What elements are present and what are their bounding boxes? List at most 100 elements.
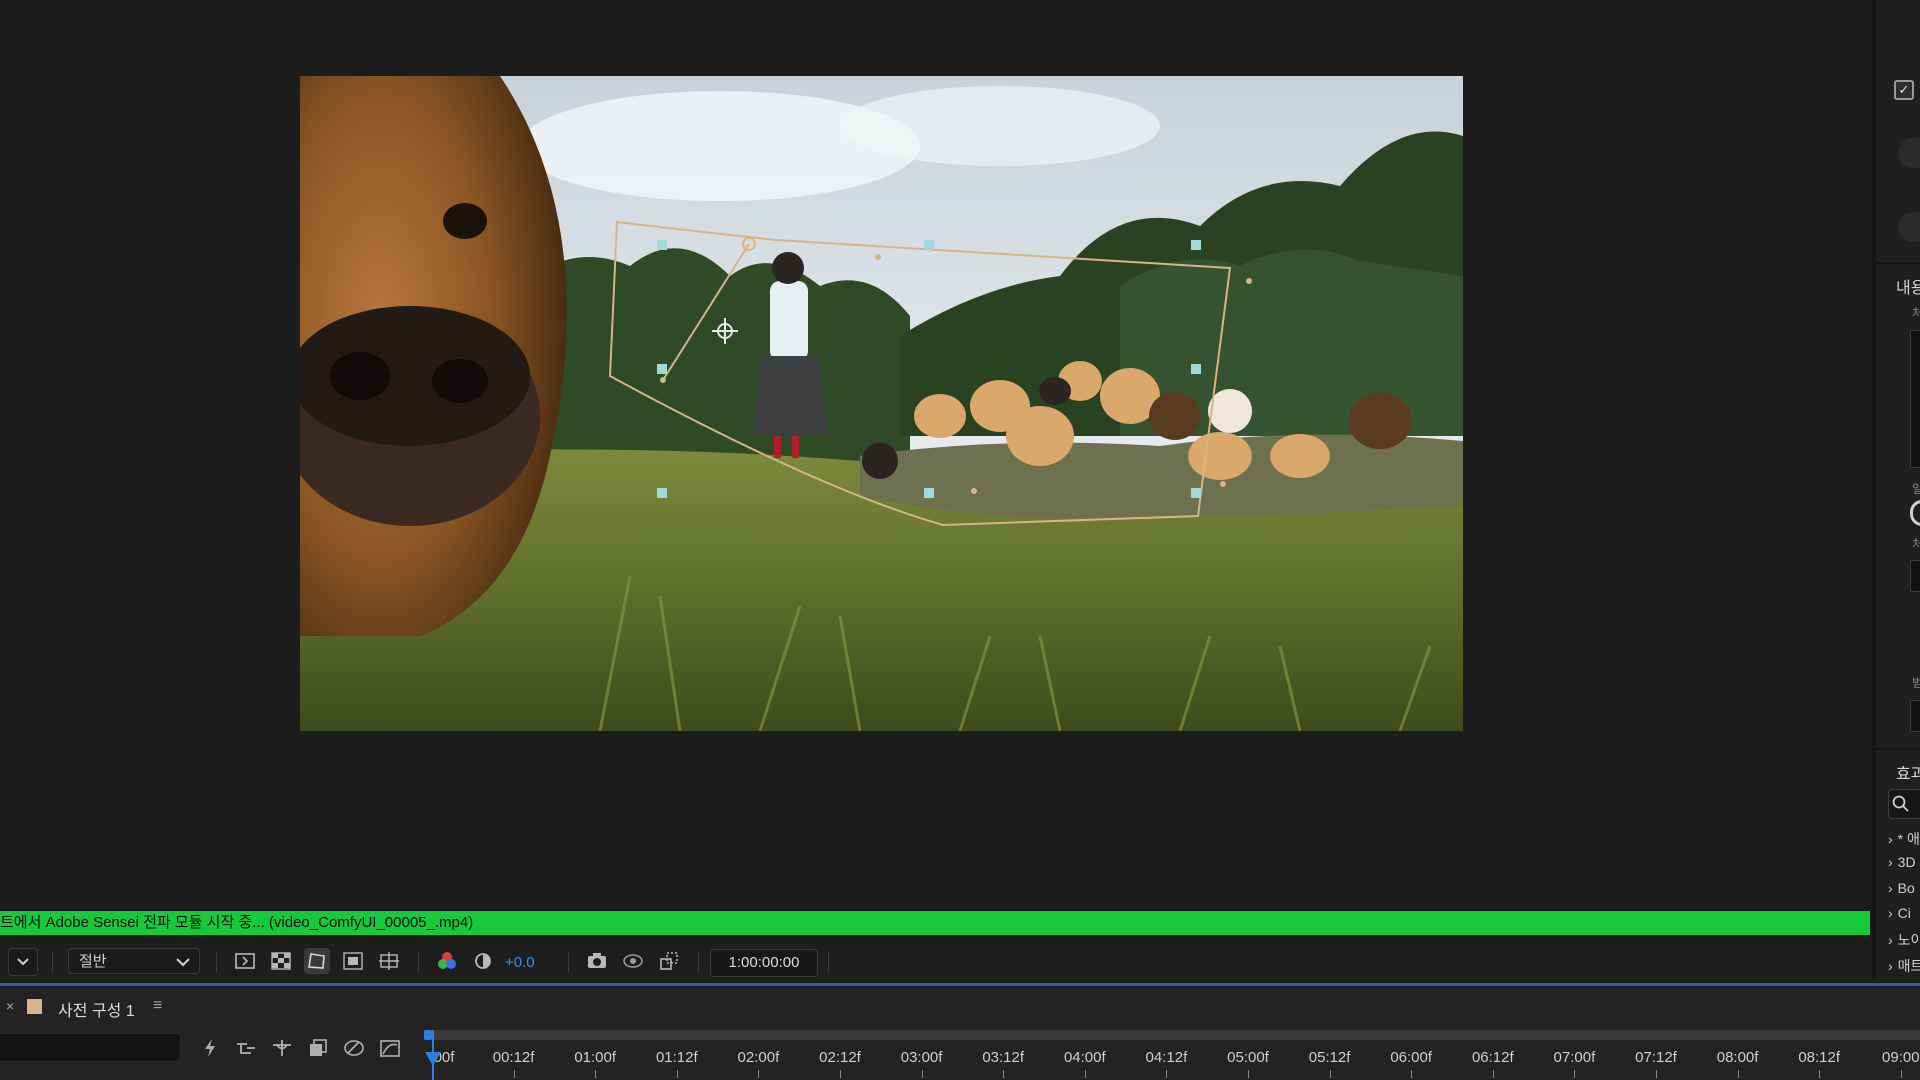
time-ruler-label: 03:12f xyxy=(982,1049,1025,1066)
time-ruler-tick xyxy=(1492,1070,1494,1078)
graph-editor-button[interactable] xyxy=(342,1036,366,1060)
close-tab-icon[interactable]: × xyxy=(6,998,14,1014)
effects-tree-item[interactable]: › Ci xyxy=(1888,905,1911,921)
show-snapshot-button[interactable] xyxy=(620,948,646,974)
time-ruler-tick xyxy=(1003,1070,1005,1078)
time-ruler-tick xyxy=(1737,1070,1739,1078)
time-ruler-tick xyxy=(1900,1070,1902,1078)
small-label-1: 일 xyxy=(1912,482,1920,496)
pixel-aspect-button[interactable] xyxy=(656,948,682,974)
composition-viewer[interactable] xyxy=(0,0,1872,910)
motion-blur-icon xyxy=(310,1039,327,1056)
lightning-icon xyxy=(205,1039,215,1057)
composition-frame[interactable] xyxy=(300,76,1463,731)
time-ruler-label: 01:00f xyxy=(574,1049,617,1066)
time-ruler-tick xyxy=(1411,1070,1413,1078)
time-ruler-tick xyxy=(1166,1070,1168,1078)
time-ruler-label: 07:12f xyxy=(1635,1049,1677,1066)
time-ruler-tick xyxy=(1574,1070,1576,1078)
reset-exposure-button[interactable] xyxy=(470,948,496,974)
viewer-options-dropdown[interactable] xyxy=(8,948,38,976)
composition-tab[interactable]: × 사전 구성 1 ≡ xyxy=(0,992,175,1020)
rgb-channels-icon xyxy=(438,952,456,969)
transform-handle-tl[interactable] xyxy=(657,240,667,250)
small-label-3: 범 xyxy=(1912,676,1920,690)
time-ruler-label: 06:12f xyxy=(1471,1049,1514,1066)
transform-handle-ml[interactable] xyxy=(657,364,667,374)
snapshot-button[interactable] xyxy=(584,948,610,974)
effects-tree-item[interactable]: › Bo xyxy=(1888,880,1915,896)
time-ruler-label: 08:12f xyxy=(1798,1049,1841,1066)
time-ruler-label: 05:00f xyxy=(1227,1049,1269,1066)
mask-path-overlay[interactable] xyxy=(300,76,1463,731)
label-color-swatch xyxy=(27,999,42,1014)
viewer-toolbar: 절반 +0.0 1:00:00:00 xyxy=(0,941,1872,983)
chevron-down-icon xyxy=(17,958,29,966)
current-time-display[interactable]: 1:00:00:00 xyxy=(710,949,818,977)
transparency-grid-button[interactable] xyxy=(268,948,294,974)
work-area-start-handle[interactable] xyxy=(424,1030,432,1040)
radio-option[interactable] xyxy=(1910,500,1920,526)
chevron-down-icon xyxy=(176,958,190,967)
region-icon xyxy=(343,952,363,970)
mask-visibility-button[interactable] xyxy=(304,948,330,974)
anchor-point-icon[interactable] xyxy=(710,316,740,346)
resolution-dropdown[interactable]: 절반 xyxy=(68,948,200,974)
time-ruler-label: 00:12f xyxy=(492,1049,535,1066)
time-ruler-label: 02:12f xyxy=(819,1049,861,1066)
layer-copy-icon xyxy=(660,952,678,970)
time-ruler-label: 04:00f xyxy=(1063,1049,1106,1066)
field-box-2[interactable] xyxy=(1910,700,1920,732)
reset-exposure-icon xyxy=(475,953,491,969)
layer-search-input[interactable] xyxy=(0,1033,181,1062)
time-ruler-tick xyxy=(1084,1070,1086,1078)
fast-previews-button[interactable] xyxy=(232,948,258,974)
time-ruler-label: 05:12f xyxy=(1308,1049,1351,1066)
panel-button-2[interactable] xyxy=(1898,212,1920,242)
panel-button-1[interactable] xyxy=(1898,138,1920,168)
motion-blur-button[interactable] xyxy=(306,1036,330,1060)
work-area-bar[interactable] xyxy=(424,1030,1920,1040)
effects-tree-item[interactable]: › 노이 xyxy=(1888,930,1920,950)
transform-handle-tc[interactable] xyxy=(924,240,934,250)
camera-icon xyxy=(588,953,606,968)
region-of-interest-button[interactable] xyxy=(340,948,366,974)
time-ruler-tick xyxy=(676,1070,678,1078)
time-ruler-label: 08:00f xyxy=(1716,1049,1759,1066)
frame-blending-button[interactable] xyxy=(270,1036,294,1060)
time-ruler-tick xyxy=(840,1070,841,1078)
grid-guides-button[interactable] xyxy=(376,948,402,974)
effects-label: 효과 xyxy=(1896,766,1920,783)
transform-handle-bl[interactable] xyxy=(657,488,667,498)
time-ruler-tick xyxy=(595,1070,597,1078)
draft-3d-button[interactable] xyxy=(198,1036,222,1060)
show-channel-button[interactable] xyxy=(434,948,460,974)
field-box-1[interactable] xyxy=(1910,560,1920,592)
small-label-2: 처 xyxy=(1912,537,1920,551)
time-ruler[interactable]: 00f 00:12f 01:00f 01:12f 02:00f 02:12f 03:00f 0… xyxy=(424,1030,1920,1080)
effects-tree-item[interactable]: › 3D xyxy=(1888,854,1916,870)
content-sub-label: 처 xyxy=(1912,306,1920,320)
effects-search-input[interactable] xyxy=(1888,789,1920,819)
time-ruler-label: 01:12f xyxy=(655,1049,698,1066)
hide-shy-layers-button[interactable] xyxy=(234,1036,258,1060)
graph-editor-toggle[interactable] xyxy=(378,1036,402,1060)
toolbar-divider xyxy=(418,951,419,973)
resolution-label: 절반 xyxy=(79,953,107,970)
transform-handle-tr[interactable] xyxy=(1191,240,1201,250)
transform-handle-bc[interactable] xyxy=(924,488,934,498)
exposure-value[interactable]: +0.0 xyxy=(505,954,535,971)
time-ruler-label: 06:00f xyxy=(1390,1049,1433,1066)
enable-checkbox[interactable]: ✓ xyxy=(1894,80,1914,100)
checkerboard-icon xyxy=(271,952,291,970)
effects-tree-item[interactable]: › 매트 xyxy=(1888,956,1920,976)
transform-handle-br[interactable] xyxy=(1191,488,1201,498)
search-icon xyxy=(1892,795,1909,812)
content-section-label: 내용 xyxy=(1896,280,1920,297)
tab-menu-icon[interactable]: ≡ xyxy=(153,997,162,1015)
time-ruler-tick xyxy=(758,1070,760,1078)
playhead-handle[interactable] xyxy=(425,1052,441,1066)
mask-path-icon xyxy=(308,953,325,969)
transform-handle-mr[interactable] xyxy=(1191,364,1201,374)
effects-tree-item[interactable]: › * 애 xyxy=(1888,829,1920,849)
